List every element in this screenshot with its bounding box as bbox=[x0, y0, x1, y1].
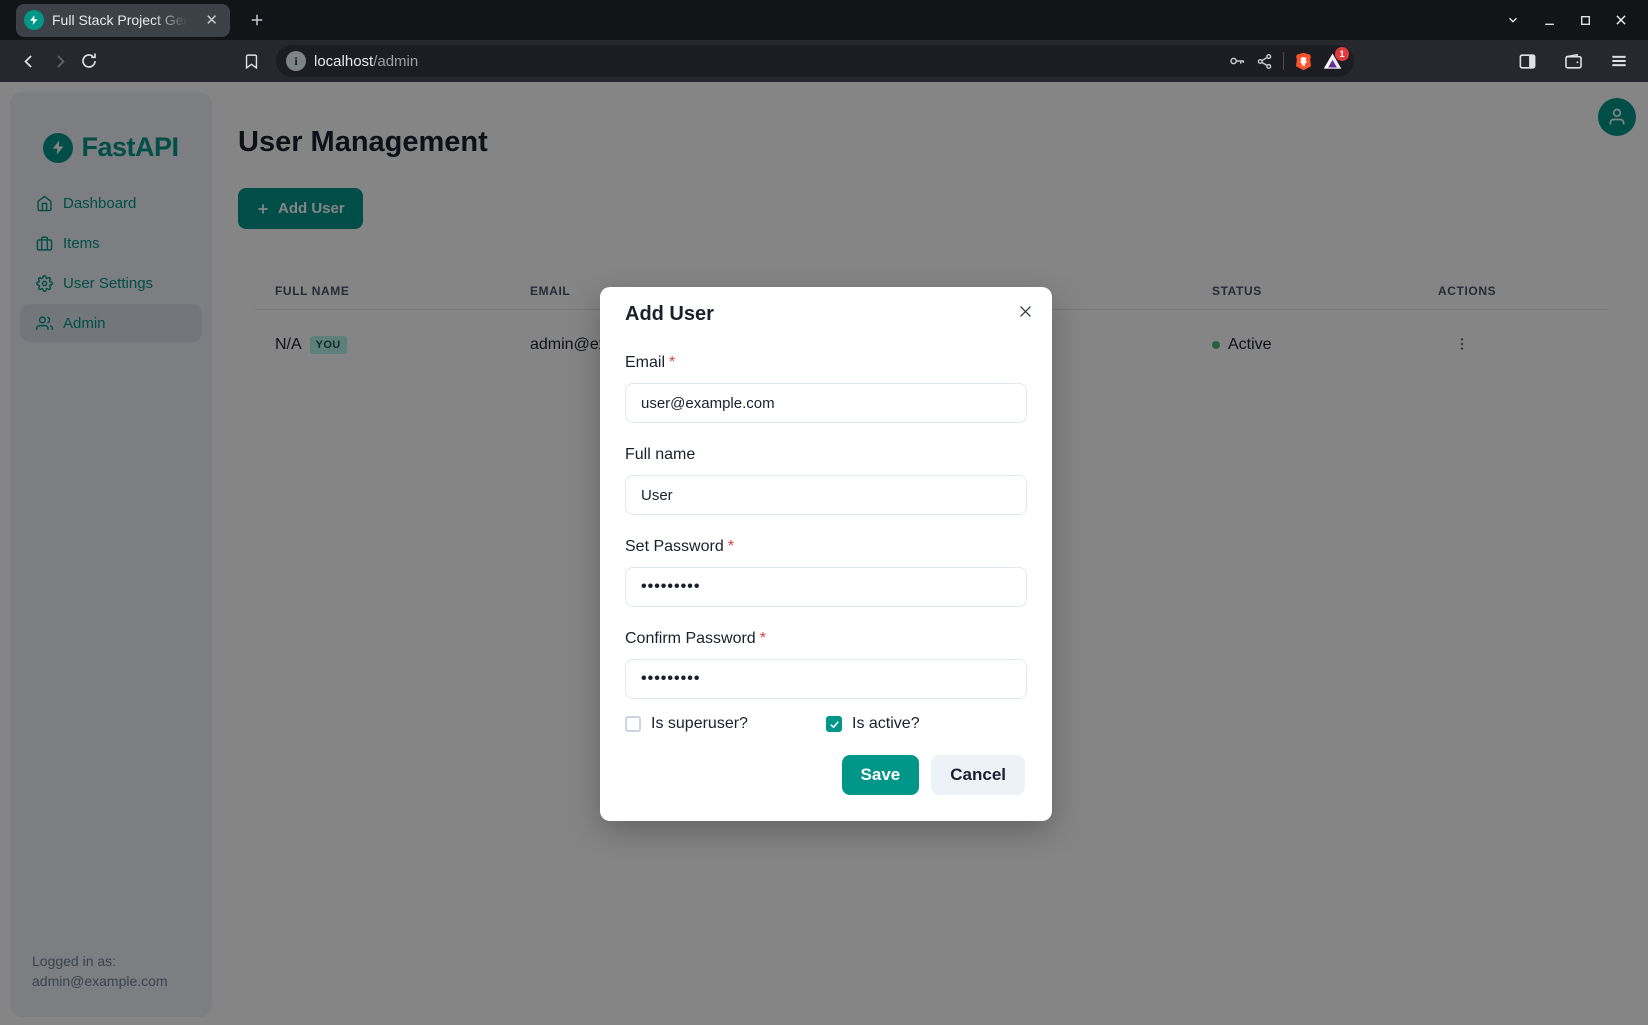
site-info-icon[interactable]: i bbox=[286, 51, 306, 71]
reload-button[interactable] bbox=[74, 46, 104, 76]
confirm-password-label: Confirm Password* bbox=[625, 627, 1027, 651]
email-field-group: Email* bbox=[625, 351, 1027, 423]
modal-header: Add User bbox=[600, 287, 1052, 337]
set-password-field-group: Set Password* bbox=[625, 535, 1027, 607]
cancel-button[interactable]: Cancel bbox=[931, 755, 1025, 795]
browser-tab-strip: Full Stack Project Genera ✕ bbox=[0, 0, 1648, 40]
url-path: /admin bbox=[373, 53, 418, 70]
add-user-modal: Add User Email* Full name Set Password* … bbox=[600, 287, 1052, 821]
rewards-badge: 1 bbox=[1335, 47, 1349, 61]
brave-rewards-bat-icon[interactable]: 1 bbox=[1323, 52, 1342, 71]
back-button[interactable] bbox=[14, 46, 44, 76]
sidebar-toggle-icon[interactable] bbox=[1512, 46, 1542, 76]
forward-button[interactable] bbox=[44, 46, 74, 76]
is-superuser-label: Is superuser? bbox=[651, 715, 748, 733]
window-maximize-button[interactable] bbox=[1572, 7, 1598, 33]
is-active-checkbox[interactable]: Is active? bbox=[826, 715, 1027, 733]
share-icon[interactable] bbox=[1256, 53, 1273, 70]
set-password-field[interactable] bbox=[625, 567, 1027, 607]
browser-toolbar: i localhost/admin 1 bbox=[0, 40, 1648, 82]
checkbox-icon[interactable] bbox=[625, 716, 641, 732]
new-tab-button[interactable] bbox=[248, 11, 266, 29]
menu-hamburger-icon[interactable] bbox=[1604, 46, 1634, 76]
checkbox-row: Is superuser? Is active? bbox=[625, 715, 1027, 733]
tab-title: Full Stack Project Genera bbox=[52, 12, 193, 28]
brave-shield-icon[interactable] bbox=[1294, 52, 1313, 71]
modal-title: Add User bbox=[625, 301, 1027, 327]
full-name-field-group: Full name bbox=[625, 443, 1027, 515]
email-field[interactable] bbox=[625, 383, 1027, 423]
required-asterisk: * bbox=[728, 538, 734, 555]
required-asterisk: * bbox=[760, 630, 766, 647]
bookmark-icon[interactable] bbox=[236, 46, 266, 76]
full-name-field[interactable] bbox=[625, 475, 1027, 515]
close-icon[interactable] bbox=[1013, 299, 1038, 324]
toolbar-divider bbox=[1283, 52, 1284, 70]
window-close-button[interactable] bbox=[1608, 7, 1634, 33]
confirm-password-field-group: Confirm Password* bbox=[625, 627, 1027, 699]
checkbox-icon[interactable] bbox=[826, 716, 842, 732]
set-password-label: Set Password* bbox=[625, 535, 1027, 559]
full-name-label: Full name bbox=[625, 443, 1027, 467]
url-text: localhost/admin bbox=[314, 53, 1220, 70]
confirm-password-field[interactable] bbox=[625, 659, 1027, 699]
is-superuser-checkbox[interactable]: Is superuser? bbox=[625, 715, 826, 733]
wallet-icon[interactable] bbox=[1558, 46, 1588, 76]
window-minimize-button[interactable] bbox=[1536, 7, 1562, 33]
save-button[interactable]: Save bbox=[842, 755, 920, 795]
is-active-label: Is active? bbox=[852, 715, 920, 733]
email-label: Email* bbox=[625, 351, 1027, 375]
modal-footer: Save Cancel bbox=[600, 733, 1052, 821]
tab-close-icon[interactable]: ✕ bbox=[201, 11, 222, 30]
url-host: localhost bbox=[314, 53, 373, 70]
required-asterisk: * bbox=[669, 354, 675, 371]
url-bar[interactable]: i localhost/admin 1 bbox=[276, 45, 1354, 77]
fastapi-favicon-icon bbox=[24, 10, 44, 30]
tab-search-chevron-icon[interactable] bbox=[1500, 7, 1526, 33]
password-key-icon[interactable] bbox=[1228, 52, 1246, 70]
modal-body: Email* Full name Set Password* Confirm P… bbox=[600, 337, 1052, 733]
browser-tab[interactable]: Full Stack Project Genera ✕ bbox=[16, 4, 230, 37]
